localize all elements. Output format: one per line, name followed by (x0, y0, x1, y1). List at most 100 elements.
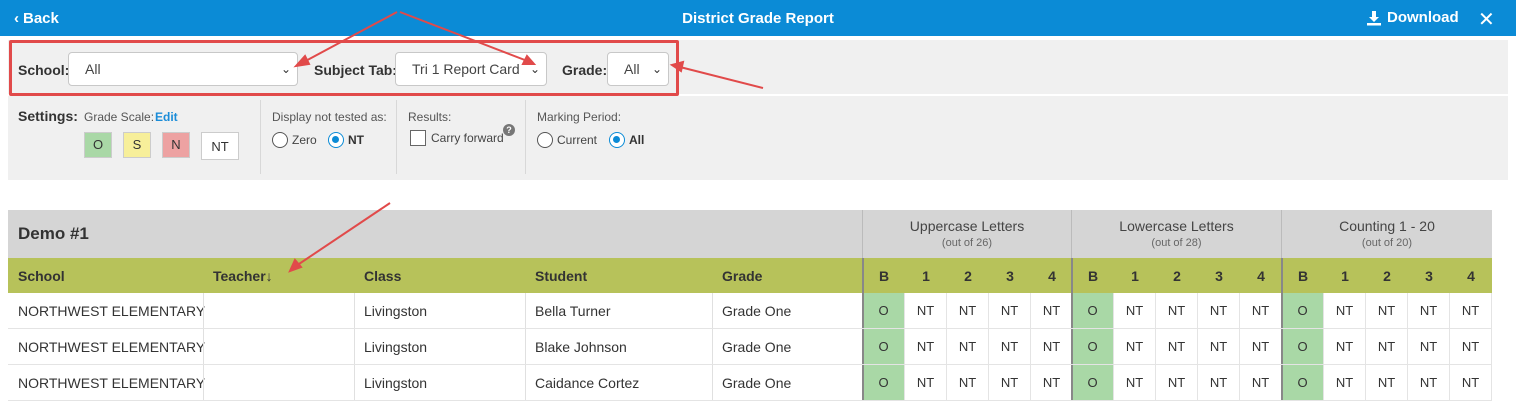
divider (862, 258, 864, 293)
score-cell: NT (1198, 329, 1240, 364)
radio-circle-off (537, 132, 553, 148)
scale-chip-o: O (84, 132, 112, 158)
score-cell: NT (1450, 329, 1492, 364)
score-cell: NT (947, 329, 989, 364)
score-cell: NT (1408, 329, 1450, 364)
table-group-title: Demo #1 (18, 224, 89, 243)
period-header-1: 1 (1341, 267, 1349, 284)
divider (862, 293, 864, 328)
group-counting: Counting 1 - 20 (out of 20) (1282, 210, 1492, 258)
table-row[interactable]: NORTHWEST ELEMENTARY Livingston Blake John… (8, 329, 1492, 365)
divider (260, 100, 261, 174)
radio-all[interactable]: All (609, 132, 644, 148)
column-header-teacher[interactable]: Teacher ↓ (213, 258, 273, 293)
score-cell: NT (1240, 293, 1282, 328)
period-header-3: 3 (1006, 267, 1014, 284)
score-cell: NT (989, 293, 1031, 328)
chevron-down-icon: ⌄ (529, 62, 540, 76)
carry-forward-checkbox[interactable]: Carry forward (410, 130, 504, 146)
grade-scale-edit-link[interactable]: Edit (155, 110, 178, 124)
close-icon[interactable]: ✕ (1478, 7, 1495, 32)
radio-circle-on (328, 132, 344, 148)
column-header-school[interactable]: School (18, 258, 65, 293)
group-sub: (out of 26) (941, 237, 993, 249)
divider (354, 293, 355, 328)
score-cell: NT (1324, 293, 1366, 328)
cell-school: NORTHWEST ELEMENTARY (18, 338, 206, 355)
period-header-1: 1 (1131, 267, 1139, 284)
radio-current-label: Current (557, 133, 598, 147)
school-label: School: (18, 62, 70, 78)
grade-label: Grade: (562, 62, 608, 78)
school-select-value: All (85, 61, 101, 77)
column-header-class[interactable]: Class (364, 258, 401, 293)
table-row[interactable]: NORTHWEST ELEMENTARY Livingston Caidance C… (8, 365, 1492, 401)
divider (712, 329, 713, 364)
radio-nt[interactable]: NT (328, 132, 364, 148)
chevron-down-icon: ⌄ (651, 62, 662, 76)
score-cell: NT (1114, 329, 1156, 364)
period-header-4: 4 (1467, 267, 1475, 284)
cell-class: Livingston (364, 338, 428, 355)
divider (203, 293, 204, 328)
scale-chip-s: S (123, 132, 151, 158)
group-name: Lowercase Letters (1119, 218, 1234, 234)
divider (525, 100, 526, 174)
period-header-b: B (878, 267, 890, 284)
download-button[interactable]: Download (1366, 9, 1459, 26)
score-cell: NT (989, 329, 1031, 364)
radio-current[interactable]: Current (537, 132, 597, 148)
cell-grade: Grade One (722, 338, 792, 355)
divider (396, 100, 397, 174)
school-select[interactable]: All ⌄ (68, 52, 298, 86)
column-header-row: School Teacher ↓ Class Student Grade B 1 2… (8, 258, 1492, 293)
settings-panel: Settings: Grade Scale: Edit O S N NT Dis… (8, 96, 1508, 180)
radio-all-label: All (629, 133, 645, 147)
period-header-b: B (1087, 267, 1099, 284)
subject-tab-select-value: Tri 1 Report Card (412, 61, 520, 77)
cell-grade: Grade One (722, 302, 792, 319)
download-icon (1367, 10, 1381, 25)
score-cell: O (1072, 329, 1114, 364)
period-header-b: B (1297, 267, 1309, 284)
divider (862, 329, 864, 364)
subject-tab-select[interactable]: Tri 1 Report Card ⌄ (395, 52, 547, 86)
divider (525, 293, 526, 328)
score-cell: O (1072, 293, 1114, 328)
column-header-teacher-label: Teacher (213, 267, 266, 284)
score-cell: NT (1156, 329, 1198, 364)
column-header-grade[interactable]: Grade (722, 258, 762, 293)
grade-select-value: All (624, 61, 640, 77)
arrow-down-icon: ↓ (265, 267, 273, 284)
radio-zero-label: Zero (292, 133, 317, 147)
grade-select[interactable]: All ⌄ (607, 52, 669, 86)
score-cell: NT (905, 293, 947, 328)
help-icon[interactable]: ? (503, 124, 515, 136)
group-lowercase-letters: Lowercase Letters (out of 28) (1072, 210, 1281, 258)
radio-circle-on (609, 132, 625, 148)
group-uppercase-letters: Uppercase Letters (out of 26) (863, 210, 1071, 258)
score-cell: NT (1031, 329, 1073, 364)
results-label: Results: (408, 110, 452, 124)
column-header-student[interactable]: Student (535, 258, 587, 293)
radio-nt-label: NT (348, 133, 364, 147)
score-cell: O (1282, 329, 1324, 364)
score-cell: O (863, 293, 905, 328)
score-cell: NT (1324, 329, 1366, 364)
score-cell: NT (1114, 293, 1156, 328)
group-name: Uppercase Letters (909, 218, 1025, 234)
download-label: Download (1387, 9, 1459, 26)
divider (525, 329, 526, 364)
score-cell: O (1282, 293, 1324, 328)
group-name: Counting 1 - 20 (1339, 218, 1435, 234)
group-sub: (out of 20) (1361, 237, 1413, 249)
score-cell: NT (1031, 293, 1073, 328)
checkbox-box (410, 130, 426, 146)
period-header-3: 3 (1215, 267, 1223, 284)
period-header-4: 4 (1048, 267, 1056, 284)
score-cell: NT (1450, 293, 1492, 328)
radio-zero[interactable]: Zero (272, 132, 317, 148)
period-header-1: 1 (922, 267, 930, 284)
table-row[interactable]: NORTHWEST ELEMENTARY Livingston Bella Turn… (8, 293, 1492, 329)
divider (1281, 293, 1283, 328)
